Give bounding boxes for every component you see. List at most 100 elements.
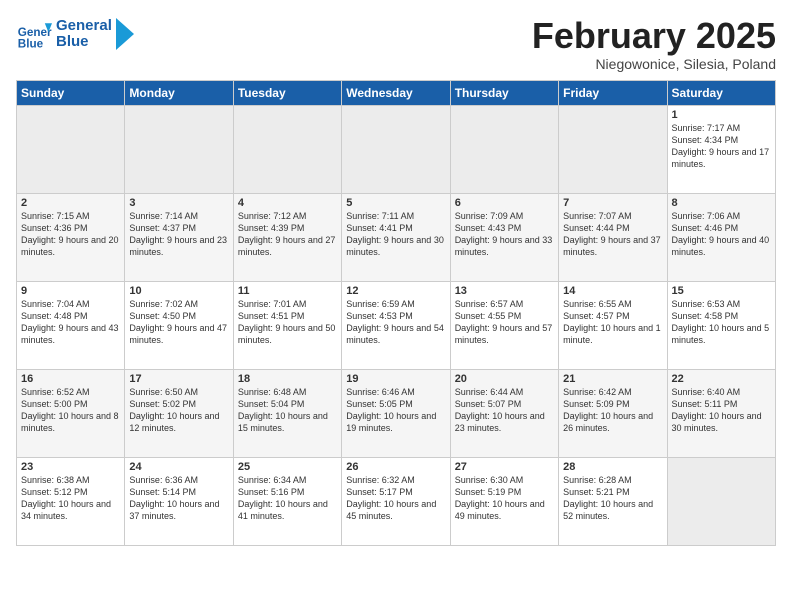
calendar-week-row: 2Sunrise: 7:15 AM Sunset: 4:36 PM Daylig… (17, 193, 776, 281)
calendar-cell: 17Sunrise: 6:50 AM Sunset: 5:02 PM Dayli… (125, 369, 233, 457)
logo-text-general: General (56, 18, 112, 35)
day-info: Sunrise: 6:34 AM Sunset: 5:16 PM Dayligh… (238, 474, 337, 523)
calendar-cell: 25Sunrise: 6:34 AM Sunset: 5:16 PM Dayli… (233, 457, 341, 545)
calendar-cell: 27Sunrise: 6:30 AM Sunset: 5:19 PM Dayli… (450, 457, 558, 545)
day-info: Sunrise: 7:07 AM Sunset: 4:44 PM Dayligh… (563, 210, 662, 259)
calendar-cell: 1Sunrise: 7:17 AM Sunset: 4:34 PM Daylig… (667, 105, 775, 193)
calendar-cell: 11Sunrise: 7:01 AM Sunset: 4:51 PM Dayli… (233, 281, 341, 369)
calendar-cell: 24Sunrise: 6:36 AM Sunset: 5:14 PM Dayli… (125, 457, 233, 545)
day-number: 28 (563, 461, 662, 473)
logo-text-blue: Blue (56, 34, 112, 51)
day-info: Sunrise: 7:09 AM Sunset: 4:43 PM Dayligh… (455, 210, 554, 259)
calendar-cell: 16Sunrise: 6:52 AM Sunset: 5:00 PM Dayli… (17, 369, 125, 457)
weekday-header-friday: Friday (559, 80, 667, 105)
calendar-cell: 21Sunrise: 6:42 AM Sunset: 5:09 PM Dayli… (559, 369, 667, 457)
day-number: 15 (672, 285, 771, 297)
day-info: Sunrise: 6:44 AM Sunset: 5:07 PM Dayligh… (455, 386, 554, 435)
logo-arrow-icon (116, 18, 134, 50)
day-info: Sunrise: 7:04 AM Sunset: 4:48 PM Dayligh… (21, 298, 120, 347)
calendar-week-row: 9Sunrise: 7:04 AM Sunset: 4:48 PM Daylig… (17, 281, 776, 369)
day-info: Sunrise: 6:59 AM Sunset: 4:53 PM Dayligh… (346, 298, 445, 347)
calendar-week-row: 1Sunrise: 7:17 AM Sunset: 4:34 PM Daylig… (17, 105, 776, 193)
day-number: 4 (238, 197, 337, 209)
calendar-cell: 2Sunrise: 7:15 AM Sunset: 4:36 PM Daylig… (17, 193, 125, 281)
page-header: General Blue General Blue February 2025 … (16, 16, 776, 72)
day-number: 19 (346, 373, 445, 385)
day-info: Sunrise: 6:28 AM Sunset: 5:21 PM Dayligh… (563, 474, 662, 523)
day-info: Sunrise: 6:38 AM Sunset: 5:12 PM Dayligh… (21, 474, 120, 523)
weekday-header-monday: Monday (125, 80, 233, 105)
day-number: 25 (238, 461, 337, 473)
day-info: Sunrise: 6:32 AM Sunset: 5:17 PM Dayligh… (346, 474, 445, 523)
calendar-cell: 10Sunrise: 7:02 AM Sunset: 4:50 PM Dayli… (125, 281, 233, 369)
calendar-cell (667, 457, 775, 545)
day-number: 26 (346, 461, 445, 473)
calendar-table: SundayMondayTuesdayWednesdayThursdayFrid… (16, 80, 776, 546)
day-number: 2 (21, 197, 120, 209)
day-number: 21 (563, 373, 662, 385)
weekday-header-wednesday: Wednesday (342, 80, 450, 105)
day-number: 14 (563, 285, 662, 297)
calendar-cell: 3Sunrise: 7:14 AM Sunset: 4:37 PM Daylig… (125, 193, 233, 281)
calendar-cell: 6Sunrise: 7:09 AM Sunset: 4:43 PM Daylig… (450, 193, 558, 281)
calendar-cell: 5Sunrise: 7:11 AM Sunset: 4:41 PM Daylig… (342, 193, 450, 281)
day-info: Sunrise: 7:14 AM Sunset: 4:37 PM Dayligh… (129, 210, 228, 259)
day-info: Sunrise: 6:42 AM Sunset: 5:09 PM Dayligh… (563, 386, 662, 435)
svg-text:Blue: Blue (18, 38, 44, 51)
day-info: Sunrise: 7:12 AM Sunset: 4:39 PM Dayligh… (238, 210, 337, 259)
calendar-cell: 26Sunrise: 6:32 AM Sunset: 5:17 PM Dayli… (342, 457, 450, 545)
weekday-header-thursday: Thursday (450, 80, 558, 105)
day-info: Sunrise: 7:15 AM Sunset: 4:36 PM Dayligh… (21, 210, 120, 259)
calendar-week-row: 16Sunrise: 6:52 AM Sunset: 5:00 PM Dayli… (17, 369, 776, 457)
day-number: 6 (455, 197, 554, 209)
day-number: 5 (346, 197, 445, 209)
calendar-body: 1Sunrise: 7:17 AM Sunset: 4:34 PM Daylig… (17, 105, 776, 545)
calendar-cell: 18Sunrise: 6:48 AM Sunset: 5:04 PM Dayli… (233, 369, 341, 457)
calendar-cell: 4Sunrise: 7:12 AM Sunset: 4:39 PM Daylig… (233, 193, 341, 281)
day-number: 22 (672, 373, 771, 385)
weekday-header-saturday: Saturday (667, 80, 775, 105)
day-number: 20 (455, 373, 554, 385)
logo-icon: General Blue (16, 16, 52, 52)
day-info: Sunrise: 7:06 AM Sunset: 4:46 PM Dayligh… (672, 210, 771, 259)
weekday-header-tuesday: Tuesday (233, 80, 341, 105)
calendar-cell (17, 105, 125, 193)
day-info: Sunrise: 6:30 AM Sunset: 5:19 PM Dayligh… (455, 474, 554, 523)
calendar-cell: 14Sunrise: 6:55 AM Sunset: 4:57 PM Dayli… (559, 281, 667, 369)
day-number: 7 (563, 197, 662, 209)
day-info: Sunrise: 6:52 AM Sunset: 5:00 PM Dayligh… (21, 386, 120, 435)
day-info: Sunrise: 6:53 AM Sunset: 4:58 PM Dayligh… (672, 298, 771, 347)
calendar-week-row: 23Sunrise: 6:38 AM Sunset: 5:12 PM Dayli… (17, 457, 776, 545)
calendar-title: February 2025 (532, 16, 776, 56)
day-info: Sunrise: 6:48 AM Sunset: 5:04 PM Dayligh… (238, 386, 337, 435)
day-info: Sunrise: 6:50 AM Sunset: 5:02 PM Dayligh… (129, 386, 228, 435)
calendar-header-row: SundayMondayTuesdayWednesdayThursdayFrid… (17, 80, 776, 105)
day-info: Sunrise: 6:57 AM Sunset: 4:55 PM Dayligh… (455, 298, 554, 347)
logo: General Blue General Blue (16, 16, 134, 52)
calendar-cell (342, 105, 450, 193)
day-number: 17 (129, 373, 228, 385)
day-number: 16 (21, 373, 120, 385)
calendar-cell: 20Sunrise: 6:44 AM Sunset: 5:07 PM Dayli… (450, 369, 558, 457)
calendar-cell: 7Sunrise: 7:07 AM Sunset: 4:44 PM Daylig… (559, 193, 667, 281)
day-info: Sunrise: 6:40 AM Sunset: 5:11 PM Dayligh… (672, 386, 771, 435)
day-number: 8 (672, 197, 771, 209)
day-number: 9 (21, 285, 120, 297)
day-info: Sunrise: 7:02 AM Sunset: 4:50 PM Dayligh… (129, 298, 228, 347)
day-info: Sunrise: 6:46 AM Sunset: 5:05 PM Dayligh… (346, 386, 445, 435)
calendar-cell: 15Sunrise: 6:53 AM Sunset: 4:58 PM Dayli… (667, 281, 775, 369)
day-info: Sunrise: 6:55 AM Sunset: 4:57 PM Dayligh… (563, 298, 662, 347)
calendar-cell: 28Sunrise: 6:28 AM Sunset: 5:21 PM Dayli… (559, 457, 667, 545)
day-number: 10 (129, 285, 228, 297)
day-number: 1 (672, 109, 771, 121)
calendar-cell: 8Sunrise: 7:06 AM Sunset: 4:46 PM Daylig… (667, 193, 775, 281)
calendar-cell: 12Sunrise: 6:59 AM Sunset: 4:53 PM Dayli… (342, 281, 450, 369)
day-info: Sunrise: 6:36 AM Sunset: 5:14 PM Dayligh… (129, 474, 228, 523)
calendar-cell (450, 105, 558, 193)
calendar-cell: 13Sunrise: 6:57 AM Sunset: 4:55 PM Dayli… (450, 281, 558, 369)
title-block: February 2025 Niegowonice, Silesia, Pola… (532, 16, 776, 72)
calendar-cell: 23Sunrise: 6:38 AM Sunset: 5:12 PM Dayli… (17, 457, 125, 545)
weekday-header-sunday: Sunday (17, 80, 125, 105)
calendar-cell: 9Sunrise: 7:04 AM Sunset: 4:48 PM Daylig… (17, 281, 125, 369)
day-info: Sunrise: 7:17 AM Sunset: 4:34 PM Dayligh… (672, 122, 771, 171)
